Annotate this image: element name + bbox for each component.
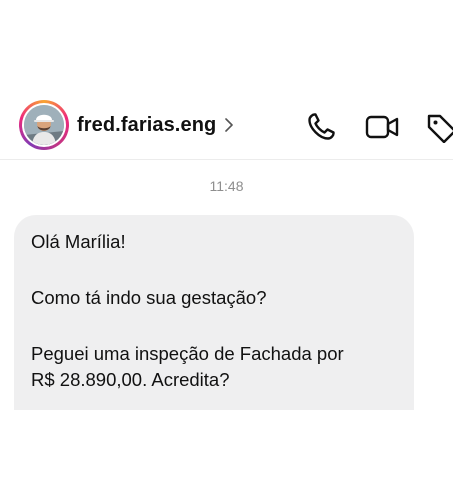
chat-header: fred.farias.eng	[0, 92, 453, 160]
message-line: R$ 28.890,00. Acredita?	[31, 369, 230, 390]
message-line: Peguei uma inspeção de Fachada por	[31, 343, 344, 364]
chevron-right-icon	[225, 118, 234, 132]
message-timestamp: 11:48	[209, 178, 244, 194]
username[interactable]: fred.farias.eng	[77, 114, 216, 137]
avatar[interactable]	[19, 100, 69, 150]
message-line: Olá Marília!	[31, 231, 126, 252]
dm-thread-screen: fred.farias.eng 11:48 Olá Marília! Como …	[0, 0, 453, 496]
message-bubble[interactable]: Olá Marília! Como tá indo sua gestação? …	[14, 215, 414, 415]
empty-area	[0, 410, 453, 496]
profile-link[interactable]: fred.farias.eng	[77, 112, 234, 138]
video-camera-icon[interactable]	[364, 111, 400, 143]
avatar-photo	[24, 105, 64, 145]
phone-icon[interactable]	[305, 111, 337, 143]
message-line: Como tá indo sua gestação?	[31, 287, 267, 308]
tag-icon[interactable]	[425, 111, 453, 143]
